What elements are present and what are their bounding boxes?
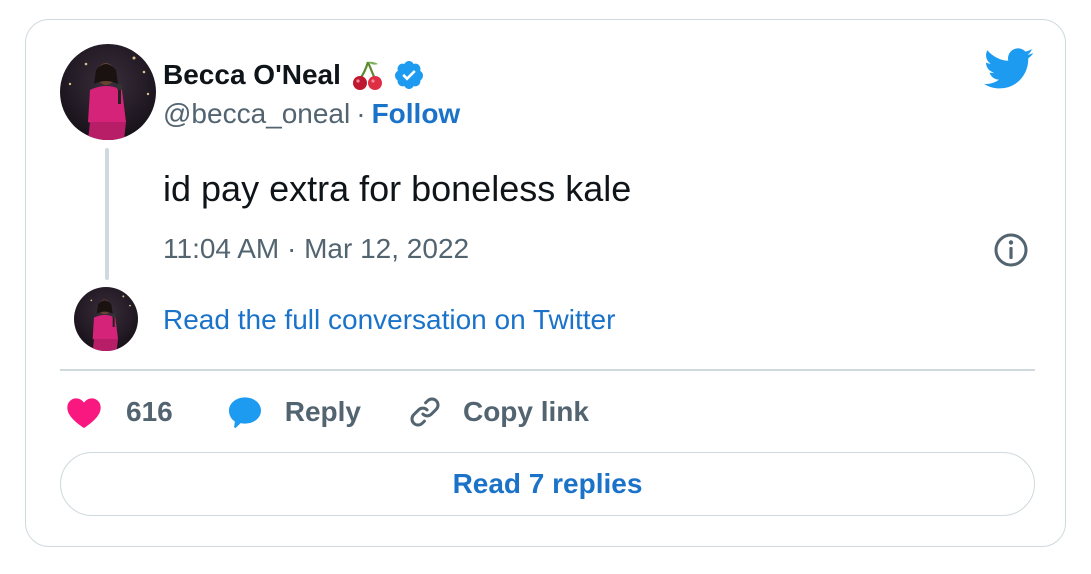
divider	[60, 369, 1035, 371]
copy-link-button[interactable]: Copy link	[407, 394, 589, 430]
avatar-photo-small	[74, 287, 138, 351]
reply-label: Reply	[284, 396, 361, 427]
author-handle[interactable]: @becca_oneal	[163, 98, 350, 129]
read-replies-label: Read 7 replies	[452, 468, 643, 499]
avatar-photo	[60, 44, 156, 140]
author-display-name[interactable]: Becca O'Neal	[163, 59, 341, 91]
reply-button[interactable]: Reply	[225, 392, 361, 432]
cherries-emoji	[351, 58, 385, 92]
thread-line	[105, 148, 109, 280]
conversation-avatar[interactable]	[74, 287, 138, 351]
speech-bubble-icon	[228, 397, 261, 428]
read-replies-button[interactable]: Read 7 replies	[60, 452, 1035, 516]
like-button[interactable]: 616	[60, 392, 173, 432]
author-avatar[interactable]	[60, 44, 156, 140]
follow-button[interactable]: Follow	[372, 98, 461, 129]
author-handle-row: @becca_oneal · Follow	[163, 98, 460, 130]
separator-dot: ·	[356, 98, 366, 129]
tweet-text: id pay extra for boneless kale	[163, 168, 632, 209]
tweet-embed-card: Becca O'Neal @becca_oneal · Follow id pa…	[25, 19, 1066, 547]
action-bar: 616 Reply Copy link	[60, 392, 589, 432]
author-name-row[interactable]: Becca O'Neal	[163, 58, 425, 92]
like-count: 616	[126, 396, 173, 427]
read-full-conversation-link[interactable]: Read the full conversation on Twitter	[163, 304, 615, 336]
info-icon[interactable]	[991, 230, 1031, 270]
copy-link-label: Copy link	[462, 396, 589, 427]
verified-badge-icon	[393, 59, 425, 91]
heart-icon	[67, 398, 101, 428]
link-icon	[410, 397, 440, 427]
tweet-timestamp[interactable]: 11:04 AM · Mar 12, 2022	[163, 233, 469, 265]
twitter-bird-icon[interactable]	[983, 48, 1034, 90]
